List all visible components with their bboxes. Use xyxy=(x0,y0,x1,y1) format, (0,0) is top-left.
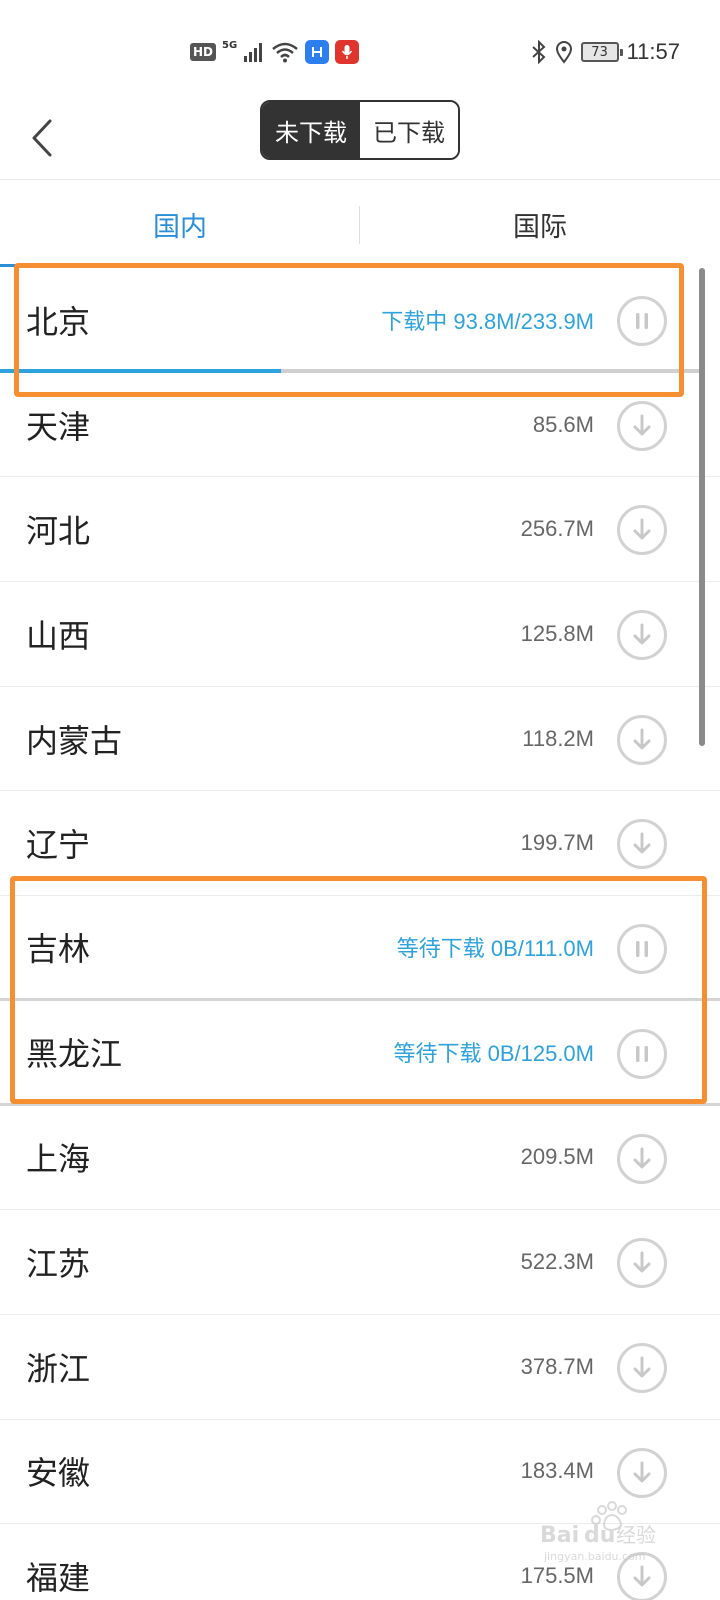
highlight-box xyxy=(10,876,707,1104)
region-size: 522.3M xyxy=(520,1249,594,1275)
tab-international[interactable]: 国际 xyxy=(360,180,720,268)
status-left: HD 5G xyxy=(190,38,360,66)
tab-divider xyxy=(359,206,360,244)
region-name: 福建 xyxy=(26,1559,91,1598)
chevron-left-icon xyxy=(32,119,52,157)
download-arrow-icon xyxy=(633,832,651,854)
region-row[interactable]: 河北 256.7M xyxy=(0,477,720,583)
download-button[interactable] xyxy=(617,1342,667,1393)
download-button[interactable] xyxy=(617,1447,667,1498)
region-size: 256.7M xyxy=(520,516,594,542)
status-right: 73 11:57 xyxy=(531,38,680,66)
bluetooth-icon xyxy=(531,40,546,64)
region-name: 上海 xyxy=(26,1140,91,1179)
region-size: 118.2M xyxy=(522,725,594,751)
download-arrow-icon xyxy=(633,1461,651,1483)
highlight-box xyxy=(14,263,684,397)
download-button[interactable] xyxy=(617,714,667,765)
download-arrow-icon xyxy=(633,728,651,750)
region-tabs: 国内 国际 xyxy=(0,180,720,268)
signal-icon xyxy=(244,43,263,62)
download-arrow-icon xyxy=(633,623,651,645)
app-notification-icon xyxy=(305,40,330,64)
status-time: 11:57 xyxy=(626,39,680,64)
download-arrow-icon xyxy=(633,518,651,540)
download-button[interactable] xyxy=(617,610,667,661)
download-arrow-icon xyxy=(633,1251,651,1273)
download-button[interactable] xyxy=(617,400,667,451)
region-name: 河北 xyxy=(26,512,91,551)
download-arrow-icon xyxy=(633,1356,651,1378)
download-arrow-icon xyxy=(633,1565,651,1587)
segment-not-downloaded[interactable]: 未下载 xyxy=(262,102,360,158)
status-bar: HD 5G 73 11:57 xyxy=(0,0,720,100)
svg-text:经验: 经验 xyxy=(616,1523,656,1547)
tab-domestic[interactable]: 国内 xyxy=(0,180,360,268)
region-size: 125.8M xyxy=(520,620,594,646)
download-button[interactable] xyxy=(617,505,667,556)
download-button[interactable] xyxy=(617,1238,667,1289)
header: 未下载 已下载 xyxy=(0,100,720,180)
download-status-toggle: 未下载 已下载 xyxy=(260,100,460,160)
region-name: 江苏 xyxy=(26,1245,91,1284)
battery-indicator: 73 xyxy=(580,42,623,62)
microphone-icon xyxy=(335,40,360,64)
svg-text:jingyan.baidu.com: jingyan.baidu.com xyxy=(543,1550,646,1563)
download-button[interactable] xyxy=(617,819,667,870)
region-row[interactable]: 山西 125.8M xyxy=(0,582,720,687)
region-size: 209.5M xyxy=(520,1144,594,1170)
wifi-icon xyxy=(272,42,298,63)
download-arrow-icon xyxy=(633,414,651,436)
hd-badge: HD xyxy=(190,43,217,61)
region-row[interactable]: 内蒙古 118.2M xyxy=(0,687,720,792)
scrollbar[interactable] xyxy=(699,268,705,746)
network-type: 5G xyxy=(222,39,238,51)
region-row[interactable]: 上海 209.5M xyxy=(0,1106,720,1211)
region-row[interactable]: 江苏 522.3M xyxy=(0,1210,720,1315)
segment-downloaded[interactable]: 已下载 xyxy=(360,102,458,158)
svg-text:Bai: Bai xyxy=(540,1523,579,1548)
download-arrow-icon xyxy=(633,1147,651,1168)
region-row[interactable]: 浙江 378.7M xyxy=(0,1315,720,1420)
region-size: 378.7M xyxy=(520,1353,594,1379)
region-name: 内蒙古 xyxy=(26,721,123,760)
region-name: 浙江 xyxy=(26,1349,91,1388)
region-name: 山西 xyxy=(26,616,91,655)
back-button[interactable] xyxy=(22,108,62,168)
svg-text:du: du xyxy=(584,1523,615,1548)
baidu-watermark-logo: Bai du 经验 jingyan.baidu.com xyxy=(540,1501,656,1563)
region-name: 安徽 xyxy=(26,1454,91,1493)
location-icon xyxy=(555,41,572,64)
download-button[interactable] xyxy=(617,1133,667,1184)
